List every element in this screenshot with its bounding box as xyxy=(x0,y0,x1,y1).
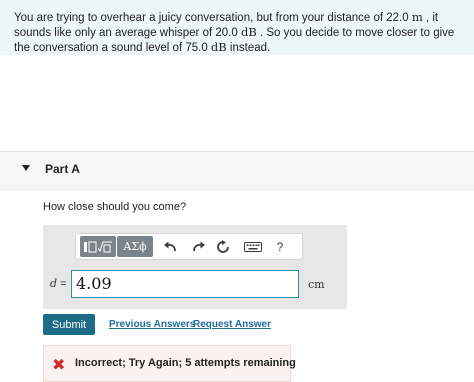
templates-button[interactable] xyxy=(80,236,116,257)
keyboard-button[interactable] xyxy=(243,239,263,255)
problem-text-4: instead. xyxy=(226,42,271,54)
collapse-caret-icon[interactable] xyxy=(22,165,30,171)
spacer xyxy=(0,55,474,151)
unit-decibel: dB xyxy=(210,40,227,54)
help-button[interactable]: ? xyxy=(274,239,286,255)
incorrect-x-icon: ✖ xyxy=(52,355,66,374)
templates-icon xyxy=(84,241,112,252)
problem-text-1: You are trying to overhear a juicy conve… xyxy=(14,12,412,24)
answer-input[interactable]: 4.09 xyxy=(71,270,299,298)
part-title[interactable]: Part A xyxy=(45,162,80,176)
submit-button[interactable]: Submit xyxy=(43,314,95,335)
answer-variable-label: d = xyxy=(50,277,67,290)
request-answer-link[interactable]: Request Answer xyxy=(193,319,271,330)
undo-icon xyxy=(164,241,176,252)
redo-button[interactable] xyxy=(191,239,207,255)
greek-letters-button[interactable]: ΑΣϕ xyxy=(117,236,153,257)
answer-unit: cm xyxy=(308,278,325,291)
unit-meters: m xyxy=(411,10,423,24)
unit-decibel: dB xyxy=(240,25,257,39)
keyboard-icon xyxy=(244,242,262,252)
feedback-text: Incorrect; Try Again; 5 attempts remaini… xyxy=(75,357,296,369)
question-text: How close should you come? xyxy=(43,201,187,213)
reset-button[interactable] xyxy=(215,239,231,255)
redo-icon xyxy=(193,241,205,252)
answer-variable: d xyxy=(50,277,58,290)
previous-answers-link[interactable]: Previous Answers xyxy=(109,319,195,330)
undo-button[interactable] xyxy=(162,239,178,255)
problem-statement: You are trying to overhear a juicy conve… xyxy=(0,0,474,55)
equals-sign: = xyxy=(60,278,67,290)
reset-icon xyxy=(217,240,229,253)
